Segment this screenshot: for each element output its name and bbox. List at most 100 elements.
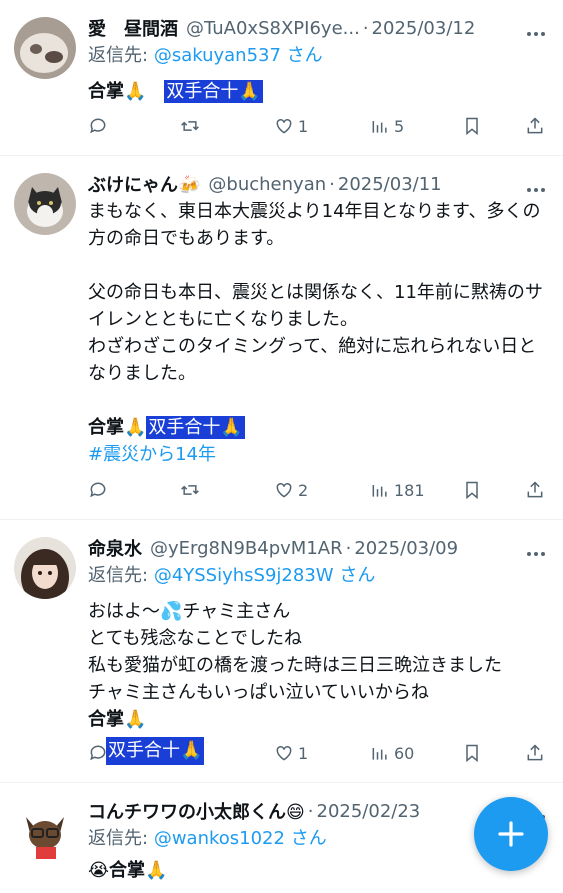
- separator: ·: [362, 17, 369, 39]
- tweet-date[interactable]: 2025/03/11: [338, 174, 442, 195]
- reply-prefix: 返信先:: [88, 45, 149, 66]
- highlighted-text: 双手合十🙏: [106, 737, 205, 765]
- bold-text: 合掌: [88, 81, 124, 102]
- bookmark-icon: [466, 117, 478, 136]
- share-icon: [527, 117, 543, 134]
- hashtag-link[interactable]: #震災から14年: [88, 441, 547, 469]
- tweet-text-line: 合掌🙏 双手合十🙏: [88, 414, 547, 441]
- display-name[interactable]: コんチワワの小太郎くん😄: [88, 798, 305, 824]
- reply-to-line: 返信先: @4YSSiyhsS9j283W さん: [88, 562, 547, 590]
- retweet-button[interactable]: [180, 116, 204, 136]
- bold-text: 合掌: [88, 709, 124, 730]
- bold-text: 合掌: [88, 417, 124, 438]
- share-icon: [527, 481, 543, 498]
- tweet-text: 😭合掌🙏: [88, 857, 547, 884]
- retweet-icon: [181, 121, 199, 131]
- tweet[interactable]: ぶけにゃん🍻 @buchenyan · 2025/03/11 まもなく、東日本大…: [0, 156, 563, 520]
- tweet-date[interactable]: 2025/03/12: [372, 18, 476, 39]
- separator: ·: [345, 537, 352, 559]
- like-button[interactable]: 1: [274, 743, 308, 763]
- tweet-text: まもなく、東日本大震災より14年目となります、多くの方の命日でもあります。 父の…: [88, 201, 543, 384]
- reply-button[interactable]: [88, 480, 112, 500]
- views-button[interactable]: 5: [370, 116, 404, 136]
- display-name[interactable]: 愛 昼間酒: [88, 15, 178, 41]
- views-count: 60: [394, 743, 415, 763]
- reply-to-line: 返信先: @sakuyan537 さん: [88, 42, 547, 70]
- tweet-date[interactable]: 2025/03/09: [354, 538, 458, 559]
- tweet-text: 合掌🙏 双手合十🙏: [88, 78, 547, 105]
- share-icon: [527, 744, 543, 761]
- tweet-text: おはよ〜💦チャミ主さん とても残念なことでしたね 私も愛猫が虹の橋を渡った時は三…: [88, 601, 502, 703]
- bookmark-button[interactable]: [462, 116, 482, 136]
- more-options-icon[interactable]: [527, 176, 547, 192]
- more-options-icon[interactable]: [527, 20, 547, 36]
- avatar[interactable]: [14, 17, 76, 79]
- separator: ·: [329, 173, 335, 195]
- crying-emoji: 😭: [88, 860, 110, 881]
- like-count: 2: [298, 480, 309, 500]
- reply-icon: [90, 745, 106, 761]
- plus-icon: [498, 821, 524, 847]
- display-name[interactable]: 命泉水: [88, 535, 142, 561]
- heart-icon: [276, 118, 292, 134]
- tweet-date[interactable]: 2025/02/23: [317, 801, 421, 822]
- timeline: 愛 昼間酒 @TuA0xS8XPI6ye... · 2025/03/12 返信先…: [0, 0, 563, 893]
- tweet[interactable]: 命泉水 @yErg8N9B4pvM1AR · 2025/03/09 返信先: @…: [0, 520, 563, 783]
- share-button[interactable]: [525, 116, 545, 136]
- tweet[interactable]: 愛 昼間酒 @TuA0xS8XPI6ye... · 2025/03/12 返信先…: [0, 0, 563, 156]
- tweet-header: 愛 昼間酒 @TuA0xS8XPI6ye... · 2025/03/12: [88, 14, 547, 42]
- like-button[interactable]: 2: [274, 480, 308, 500]
- retweet-icon: [181, 485, 199, 495]
- bookmark-button[interactable]: [462, 480, 482, 500]
- reply-icon: [90, 482, 106, 498]
- reply-suffix: さん: [339, 565, 376, 586]
- tweet-text-line: 合掌🙏: [88, 706, 547, 733]
- bookmark-icon: [466, 744, 478, 763]
- views-count: 181: [394, 480, 425, 500]
- reply-prefix: 返信先:: [88, 828, 149, 849]
- reply-button[interactable]: [88, 116, 112, 136]
- heart-icon: [276, 482, 292, 498]
- reply-suffix: さん: [290, 828, 327, 849]
- pray-emoji: 🙏: [145, 860, 168, 881]
- retweet-button[interactable]: [180, 480, 204, 500]
- views-icon: [372, 485, 387, 497]
- views-button[interactable]: 181: [370, 480, 425, 500]
- user-handle[interactable]: @yErg8N9B4pvM1AR: [150, 538, 343, 559]
- views-icon: [372, 121, 387, 133]
- pray-emoji: 🙏: [124, 417, 147, 438]
- pray-emoji: 🙏: [124, 81, 147, 102]
- highlighted-text: 双手合十🙏: [164, 80, 263, 103]
- reply-prefix: 返信先:: [88, 565, 149, 586]
- pray-emoji: 🙏: [124, 709, 147, 730]
- tweet-header: 命泉水 @yErg8N9B4pvM1AR · 2025/03/09: [88, 534, 547, 562]
- avatar[interactable]: [14, 173, 76, 235]
- tweet-header: ぶけにゃん🍻 @buchenyan · 2025/03/11: [88, 170, 547, 198]
- like-button[interactable]: 1: [274, 116, 308, 136]
- reply-suffix: さん: [286, 45, 323, 66]
- views-icon: [372, 748, 387, 760]
- user-handle[interactable]: @TuA0xS8XPI6ye...: [186, 18, 360, 39]
- compose-button[interactable]: [474, 797, 548, 871]
- bold-text: 合掌: [109, 860, 146, 881]
- share-button[interactable]: [525, 743, 545, 763]
- highlighted-text: 双手合十🙏: [146, 416, 245, 439]
- user-handle[interactable]: @buchenyan: [208, 174, 326, 195]
- avatar[interactable]: [14, 803, 76, 865]
- tweet-actions: 1 5: [88, 116, 547, 142]
- views-button[interactable]: 60: [370, 743, 414, 763]
- bookmark-icon: [466, 481, 478, 500]
- avatar[interactable]: [14, 537, 76, 599]
- bookmark-button[interactable]: [462, 743, 482, 763]
- like-count: 1: [298, 743, 309, 763]
- tweet-actions: 2 181: [88, 480, 547, 506]
- separator: ·: [307, 800, 314, 822]
- reply-to-handle[interactable]: @4YSSiyhsS9j283W: [154, 565, 334, 586]
- display-name[interactable]: ぶけにゃん🍻: [88, 171, 200, 197]
- heart-icon: [276, 745, 292, 761]
- reply-to-handle[interactable]: @sakuyan537: [154, 45, 281, 66]
- reply-to-handle[interactable]: @wankos1022: [154, 828, 285, 849]
- share-button[interactable]: [525, 480, 545, 500]
- more-options-icon[interactable]: [527, 540, 547, 556]
- tweet-actions: 1 60 双手合十🙏: [88, 737, 547, 769]
